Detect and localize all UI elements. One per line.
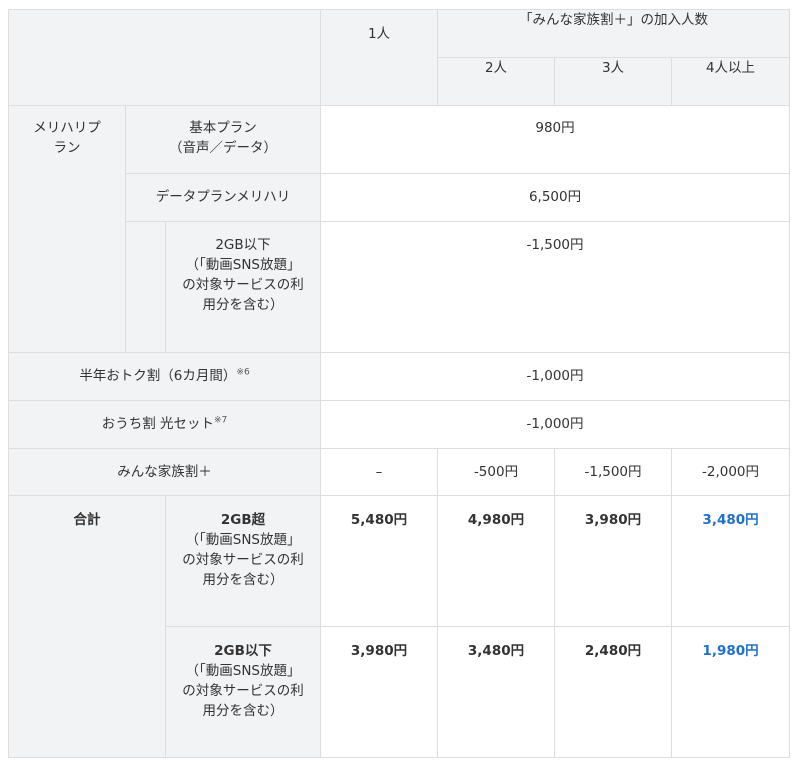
total-under-2gb-desc: （「動画SNS放題」の対象サービスの利用分を含む） — [182, 663, 304, 719]
family-discount-4: -2,000円 — [671, 448, 791, 496]
row-under-2gb-discount: 2GB以下 （「動画SNS放題」の対象サービスの利用分を含む） -1,500円 — [9, 221, 791, 353]
total-under-2gb-price-2: 3,480円 — [437, 626, 556, 758]
header-family-title: 「みんな家族割＋」の加入人数 — [437, 9, 791, 58]
merihari-plan-text: メリハリプラン — [33, 120, 101, 156]
basic-plan-price: 980円 — [320, 105, 791, 174]
under-2gb-discount-price: -1,500円 — [320, 221, 791, 353]
half-year-discount-label: 半年おトク割（6カ月間）※6 — [7, 352, 322, 401]
header-three-people: 3人 — [554, 57, 673, 106]
total-under-2gb-title: 2GB以下 — [214, 643, 272, 659]
merihari-plan-label: メリハリプラン — [8, 105, 126, 353]
header-one-person: 1人 — [320, 9, 439, 106]
family-discount-label: みんな家族割＋ — [7, 448, 322, 496]
data-plan-price: 6,500円 — [320, 173, 791, 222]
header-row-1: 1人 「みんな家族割＋」の加入人数 — [7, 9, 791, 106]
ouchi-footnote: ※7 — [214, 415, 228, 426]
ouchi-discount-label: おうち割 光セット※7 — [7, 400, 322, 449]
row-family-discount: みんな家族割＋ – -500円 -1,500円 -2,000円 — [7, 448, 791, 496]
family-discount-3: -1,500円 — [554, 448, 673, 496]
under-2gb-discount-label: 2GB以下 （「動画SNS放題」の対象サービスの利用分を含む） — [164, 221, 322, 353]
total-over-2gb-title: 2GB超 — [220, 512, 266, 528]
ouchi-discount-text: おうち割 光セット — [101, 416, 215, 432]
header-two-people: 2人 — [437, 57, 556, 106]
half-year-footnote: ※6 — [236, 367, 250, 378]
half-year-discount-price: -1,000円 — [320, 352, 791, 401]
under-2gb-discount-text: 2GB以下 （「動画SNS放題」の対象サービスの利用分を含む） — [182, 237, 304, 313]
total-over-2gb-price-4: 3,480円 — [671, 495, 791, 627]
total-over-2gb-desc: （「動画SNS放題」の対象サービスの利用分を含む） — [182, 532, 304, 588]
indent-cell — [125, 221, 166, 353]
total-over-2gb-price-1: 5,480円 — [320, 495, 439, 627]
row-half-year-discount: 半年おトク割（6カ月間）※6 -1,000円 — [7, 352, 791, 401]
header-blank-cell — [7, 9, 322, 106]
total-over-2gb-price-3: 3,980円 — [554, 495, 673, 627]
total-label: 合計 — [8, 495, 166, 758]
price-table: 1人 「みんな家族割＋」の加入人数 2人 3人 4人以上 メリハリプラン 基本プ… — [7, 9, 791, 758]
total-over-2gb-price-2: 4,980円 — [437, 495, 556, 627]
data-plan-label: データプランメリハリ — [124, 173, 322, 222]
total-under-2gb-price-3: 2,480円 — [554, 626, 673, 758]
ouchi-discount-price: -1,000円 — [320, 400, 791, 449]
total-under-2gb-label: 2GB以下 （「動画SNS放題」の対象サービスの利用分を含む） — [164, 626, 322, 758]
family-discount-1: – — [320, 448, 439, 496]
family-discount-2: -500円 — [437, 448, 556, 496]
row-basic-plan: メリハリプラン 基本プラン （音声／データ） 980円 — [8, 105, 791, 353]
row-ouchi-discount: おうち割 光セット※7 -1,000円 — [7, 400, 791, 449]
basic-plan-label: 基本プラン （音声／データ） — [124, 105, 322, 174]
row-total-over-2gb: 合計 2GB超 （「動画SNS放題」の対象サービスの利用分を含む） 5,480円… — [8, 495, 791, 758]
half-year-discount-text: 半年おトク割（6カ月間） — [79, 368, 237, 384]
total-over-2gb-label: 2GB超 （「動画SNS放題」の対象サービスの利用分を含む） — [164, 495, 322, 627]
header-four-plus: 4人以上 — [671, 57, 791, 106]
total-under-2gb-price-4: 1,980円 — [671, 626, 791, 758]
total-under-2gb-price-1: 3,980円 — [320, 626, 439, 758]
row-data-plan: データプランメリハリ 6,500円 — [9, 173, 791, 222]
